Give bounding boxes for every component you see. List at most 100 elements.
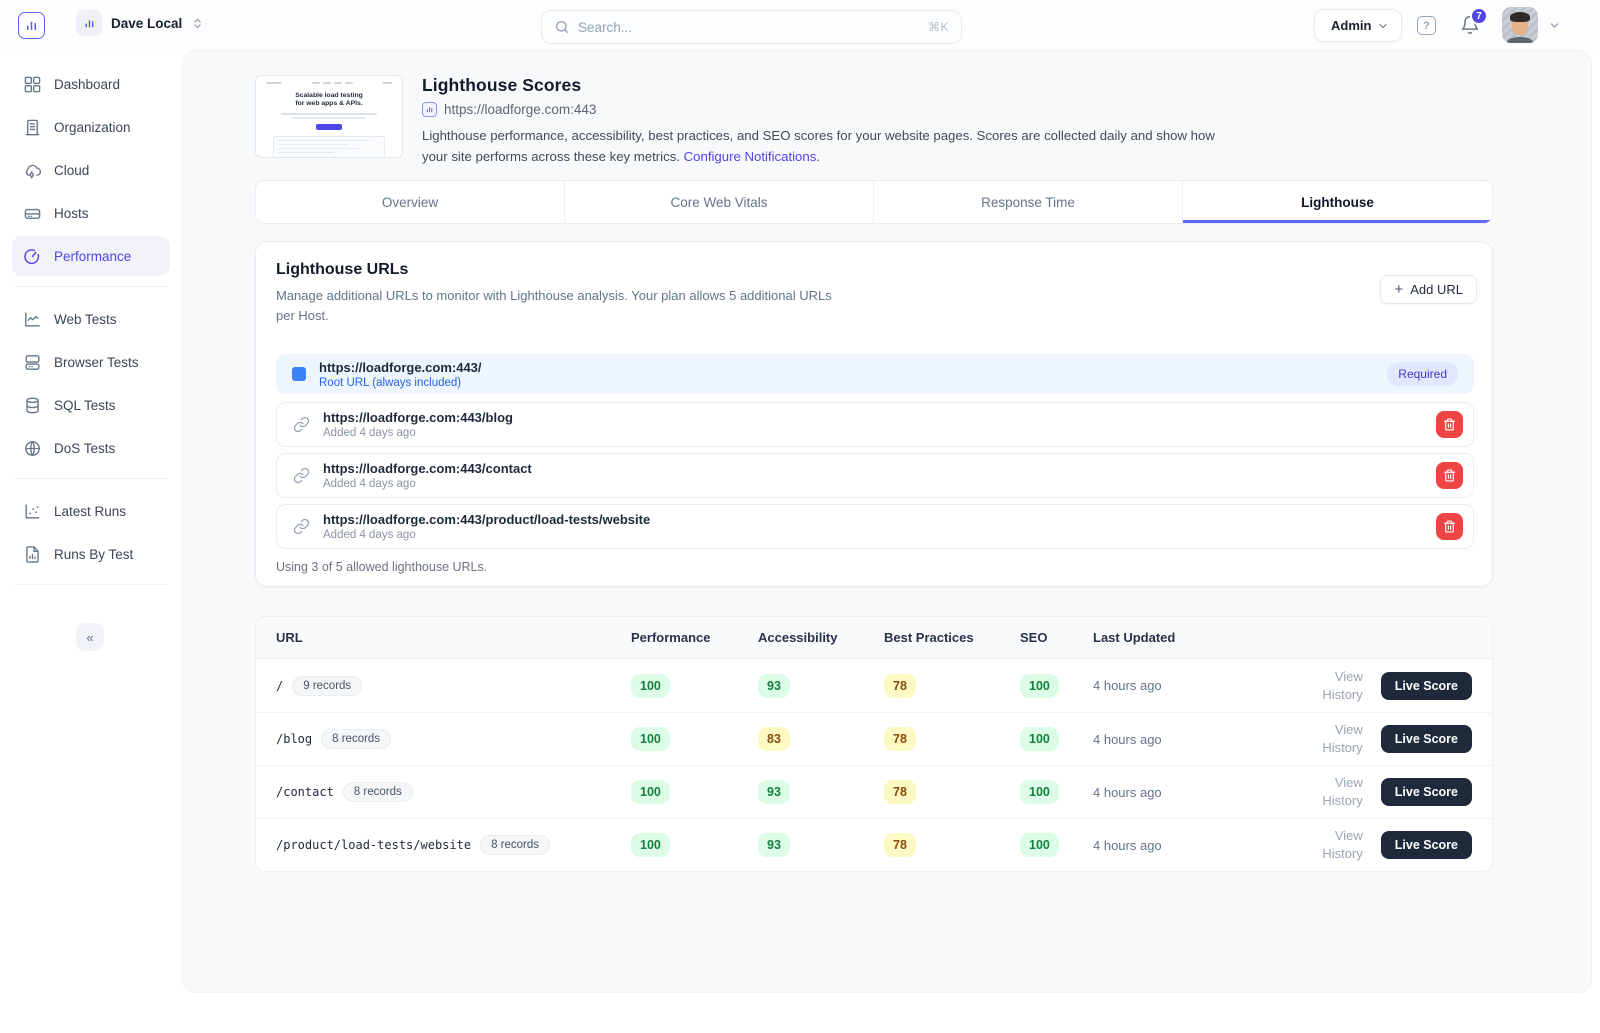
sidebar-item-label: Runs By Test [54,547,133,562]
sidebar-item-hosts[interactable]: Hosts [12,193,170,233]
notifications-button[interactable]: 7 [1460,15,1482,37]
required-badge: Required [1387,362,1458,386]
search-shortcut: ⌘K [928,20,949,34]
tab-overview[interactable]: Overview [256,181,565,223]
link-icon [293,416,310,433]
view-history-link[interactable]: View History [1322,669,1362,702]
url-text: https://loadforge.com:443/product/load-t… [323,512,650,527]
trash-icon [1443,520,1456,533]
delete-url-button[interactable] [1436,513,1463,540]
search-input[interactable] [578,20,920,35]
sidebar-item-browser-tests[interactable]: Browser Tests [12,342,170,382]
live-score-button[interactable]: Live Score [1381,672,1472,700]
performance-score: 100 [631,833,670,857]
best-practices-score: 78 [884,674,916,698]
tab-core-web-vitals[interactable]: Core Web Vitals [565,181,874,223]
sidebar-item-web-tests[interactable]: Web Tests [12,299,170,339]
chevron-down-icon [1377,20,1389,32]
last-updated: 4 hours ago [1093,678,1310,693]
root-url-note: Root URL (always included) [319,377,482,389]
sidebar-item-organization[interactable]: Organization [12,107,170,147]
url-row: https://loadforge.com:443/product/load-t… [276,504,1474,549]
sidebar-item-sql-tests[interactable]: SQL Tests [12,385,170,425]
live-score-button[interactable]: Live Score [1381,778,1472,806]
trash-icon [1443,418,1456,431]
gauge-icon [23,247,42,266]
sidebar-item-cloud[interactable]: Cloud [12,150,170,190]
table-header: URL Performance Accessibility Best Pract… [256,617,1492,659]
best-practices-score: 78 [884,780,916,804]
site-logo-icon [422,102,437,117]
table-row: /blog8 records 100 83 78 100 4 hours ago… [256,712,1492,765]
column-header-last-updated: Last Updated [1093,630,1310,645]
view-history-link[interactable]: View History [1322,722,1362,755]
view-history-link[interactable]: View History [1322,828,1362,861]
url-text: https://loadforge.com:443/ [319,360,482,375]
plus-icon: + [1394,281,1403,298]
records-badge: 8 records [480,835,550,855]
admin-menu-button[interactable]: Admin [1314,9,1402,42]
column-header-performance: Performance [631,630,758,645]
delete-url-button[interactable] [1436,411,1463,438]
url-path: /blog [276,732,312,746]
user-avatar[interactable] [1502,7,1538,43]
delete-url-button[interactable] [1436,462,1463,489]
add-url-button[interactable]: + Add URL [1380,275,1477,304]
seo-score: 100 [1020,727,1059,751]
table-row: /product/load-tests/website 8 records 100… [256,818,1492,871]
link-icon [293,518,310,535]
sidebar: Dashboard Organization Cloud Hosts Perfo… [0,50,182,1033]
url-path: /contact [276,785,334,799]
seo-score: 100 [1020,780,1059,804]
sidebar-item-runs-by-test[interactable]: Runs By Test [12,534,170,574]
sidebar-item-performance[interactable]: Performance [12,236,170,276]
url-text: https://loadforge.com:443/contact [323,461,532,476]
url-row: https://loadforge.com:443/contact Added … [276,453,1474,498]
search-icon [554,19,570,35]
sidebar-item-label: Hosts [54,206,89,221]
column-header-best-practices: Best Practices [884,630,1020,645]
line-chart-icon [23,310,42,329]
notification-badge: 7 [1470,7,1488,25]
file-chart-icon [23,545,42,564]
browser-icon [23,353,42,372]
workspace-switcher[interactable]: Dave Local [76,10,204,36]
accessibility-score: 83 [758,727,790,751]
workspace-icon [76,10,102,36]
last-updated: 4 hours ago [1093,838,1310,853]
records-badge: 9 records [292,676,362,696]
live-score-button[interactable]: Live Score [1381,725,1472,753]
accessibility-score: 93 [758,674,790,698]
sidebar-item-dos-tests[interactable]: DoS Tests [12,428,170,468]
live-score-button[interactable]: Live Score [1381,831,1472,859]
url-row: https://loadforge.com:443/blog Added 4 d… [276,402,1474,447]
performance-score: 100 [631,780,670,804]
performance-score: 100 [631,674,670,698]
sidebar-item-label: Dashboard [54,77,120,92]
view-history-link[interactable]: View History [1322,775,1362,808]
page-description: Lighthouse performance, accessibility, b… [422,126,1234,167]
last-updated: 4 hours ago [1093,785,1310,800]
last-updated: 4 hours ago [1093,732,1310,747]
global-search: ⌘K [541,10,962,44]
help-icon[interactable]: ? [1417,16,1436,35]
grid-icon [23,75,42,94]
configure-notifications-link[interactable]: Configure Notifications [684,149,817,164]
card-subtitle: Manage additional URLs to monitor with L… [276,286,851,326]
sidebar-divider [14,286,168,287]
sidebar-item-dashboard[interactable]: Dashboard [12,64,170,104]
main-panel: Scalable load testing for web apps & API… [182,50,1592,993]
sidebar-item-label: Browser Tests [54,355,139,370]
site-preview-thumbnail: Scalable load testing for web apps & API… [255,75,403,158]
sidebar-collapse-button[interactable]: « [76,623,104,651]
url-path: /product/load-tests/website [276,838,471,852]
sidebar-item-label: Web Tests [54,312,117,327]
sidebar-item-latest-runs[interactable]: Latest Runs [12,491,170,531]
table-row: /contact8 records 100 93 78 100 4 hours … [256,765,1492,818]
tab-response-time[interactable]: Response Time [874,181,1183,223]
app-logo[interactable] [18,12,45,39]
user-menu-chevron-icon[interactable] [1548,19,1561,32]
chevrons-up-down-icon [191,17,204,30]
tab-lighthouse[interactable]: Lighthouse [1183,181,1492,223]
admin-label: Admin [1331,18,1371,33]
